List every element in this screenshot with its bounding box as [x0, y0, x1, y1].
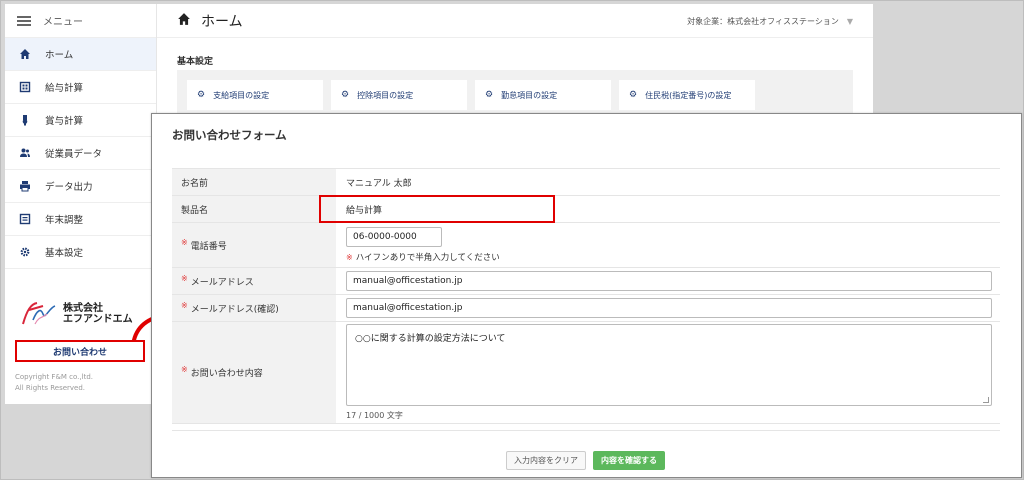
form-row-content: ※ お問い合わせ内容 ○○に関する計算の設定方法について 17 / 1000 文…: [172, 322, 1000, 424]
calculator-icon: [19, 81, 31, 93]
product-highlight-box: [319, 195, 555, 223]
sidebar-item-label: 賞与計算: [45, 116, 84, 127]
copyright-line1: Copyright F&M co.,ltd.: [15, 373, 93, 381]
hamburger-icon[interactable]: [17, 15, 31, 26]
email-input[interactable]: manual@officestation.jp: [346, 271, 992, 291]
contact-form: お名前 マニュアル 太郎 製品名 給与計算 ※ 電話番号 06-0000-000…: [172, 168, 1000, 424]
email-value-cell: manual@officestation.jp: [336, 268, 1000, 294]
sidebar-item-year-end[interactable]: 年末調整: [5, 203, 156, 236]
sidebar-item-employees[interactable]: 従業員データ: [5, 137, 156, 170]
form-row-product: 製品名 給与計算: [172, 196, 1000, 223]
setting-card-label: 住民税(指定番号)の設定: [645, 90, 732, 100]
setting-card-deduction-items[interactable]: ⚙ 控除項目の設定: [331, 80, 467, 110]
logo-text: 株式会社 エフアンドエム: [63, 303, 133, 325]
content-textarea[interactable]: ○○に関する計算の設定方法について: [346, 324, 992, 406]
email-confirm-input[interactable]: manual@officestation.jp: [346, 298, 992, 318]
gear-icon: ⚙: [197, 90, 206, 100]
home-icon: [19, 48, 31, 60]
gear-icon: ⚙: [341, 90, 350, 100]
email-confirm-label: メールアドレス(確認): [190, 304, 279, 315]
phone-label-cell: ※ 電話番号: [172, 223, 336, 267]
email-confirm-label-cell: ※ メールアドレス(確認): [172, 295, 336, 321]
content-text: ○○に関する計算の設定方法について: [355, 334, 506, 344]
company-logo: 株式会社 エフアンドエム: [19, 300, 133, 328]
home-icon[interactable]: [177, 12, 191, 30]
sidebar-item-data-output[interactable]: データ出力: [5, 170, 156, 203]
printer-icon: [19, 180, 31, 192]
sidebar-item-bonus[interactable]: 賞与計算: [5, 104, 156, 137]
clear-button[interactable]: 入力内容をクリア: [506, 451, 586, 470]
phone-input[interactable]: 06-0000-0000: [346, 227, 442, 247]
form-row-email-confirm: ※ メールアドレス(確認) manual@officestation.jp: [172, 295, 1000, 322]
gear-icon: [19, 246, 31, 258]
sidebar-item-label: ホーム: [45, 50, 74, 61]
setting-card-label: 支給項目の設定: [213, 90, 270, 100]
section-title: 基本設定: [177, 57, 214, 67]
dialog-title: お問い合わせフォーム: [172, 128, 287, 142]
sidebar-item-home[interactable]: ホーム: [5, 38, 156, 71]
required-mark: ※: [181, 237, 188, 247]
required-mark: ※: [181, 273, 188, 283]
form-row-name: お名前 マニュアル 太郎: [172, 169, 1000, 196]
resize-handle-icon[interactable]: [983, 397, 989, 403]
setting-card-payment-items[interactable]: ⚙ 支給項目の設定: [187, 80, 323, 110]
fm-logo-mark: [22, 302, 56, 325]
content-label-cell: ※ お問い合わせ内容: [172, 322, 336, 423]
required-mark: ※: [346, 253, 353, 262]
chevron-down-icon: ▼: [846, 17, 853, 26]
users-icon: [19, 147, 31, 159]
footer-divider: [172, 430, 1000, 431]
name-label: お名前: [172, 169, 336, 195]
sidebar-item-label: データ出力: [45, 182, 93, 193]
email-label: メールアドレス: [190, 277, 254, 288]
product-label: 製品名: [172, 196, 336, 222]
content-label: お問い合わせ内容: [190, 369, 263, 379]
setting-card-label: 勤怠項目の設定: [501, 90, 558, 100]
logo-line1: 株式会社: [63, 303, 103, 314]
phone-hint-text: ハイフンありで半角入力してください: [355, 253, 500, 263]
email-label-cell: ※ メールアドレス: [172, 268, 336, 294]
logo-line2: エフアンドエム: [63, 314, 133, 325]
content-value-cell: ○○に関する計算の設定方法について 17 / 1000 文字: [336, 322, 1000, 423]
sidebar-item-label: 従業員データ: [45, 149, 103, 160]
phone-hint: ※ ハイフンありで半角入力してください: [346, 251, 500, 263]
phone-value-cell: 06-0000-0000 ※ ハイフンありで半角入力してください: [336, 223, 1000, 267]
sidebar-item-label: 年末調整: [45, 215, 84, 226]
form-row-email: ※ メールアドレス manual@officestation.jp: [172, 268, 1000, 295]
company-label: 対象企業：株式会社オフィスステーション: [687, 17, 839, 26]
copyright: Copyright F&M co.,ltd. All Rights Reserv…: [15, 372, 93, 394]
gear-icon: ⚙: [485, 90, 494, 100]
gear-icon: ⚙: [629, 90, 638, 100]
required-mark: ※: [181, 300, 188, 310]
sidebar-item-label: 基本設定: [45, 248, 84, 259]
menu-label: メニュー: [43, 17, 83, 28]
confirm-button[interactable]: 内容を確認する: [593, 451, 665, 470]
form-row-phone: ※ 電話番号 06-0000-0000 ※ ハイフンありで半角入力してください: [172, 223, 1000, 268]
contact-form-dialog: お問い合わせフォーム お名前 マニュアル 太郎 製品名 給与計算 ※ 電話番号 …: [151, 113, 1022, 478]
menu-header[interactable]: メニュー: [5, 4, 156, 38]
required-mark: ※: [181, 365, 188, 374]
sidebar-item-basic-settings[interactable]: 基本設定: [5, 236, 156, 269]
email-confirm-value-cell: manual@officestation.jp: [336, 295, 1000, 321]
contact-button[interactable]: お問い合わせ: [15, 340, 145, 362]
setting-card-attendance-items[interactable]: ⚙ 勤怠項目の設定: [475, 80, 611, 110]
phone-label: 電話番号: [190, 241, 227, 252]
company-selector[interactable]: 対象企業：株式会社オフィスステーション ▼: [687, 16, 853, 27]
copyright-line2: All Rights Reserved.: [15, 384, 86, 392]
calendar-icon: [19, 213, 31, 225]
page-title: ホーム: [201, 13, 243, 30]
award-icon: [19, 114, 31, 126]
character-counter: 17 / 1000 文字: [346, 411, 403, 420]
setting-card-label: 控除項目の設定: [357, 90, 414, 100]
sidebar-item-label: 給与計算: [45, 83, 84, 94]
name-value: マニュアル 太郎: [346, 178, 412, 189]
sidebar-item-payroll[interactable]: 給与計算: [5, 71, 156, 104]
setting-card-resident-tax[interactable]: ⚙ 住民税(指定番号)の設定: [619, 80, 755, 110]
